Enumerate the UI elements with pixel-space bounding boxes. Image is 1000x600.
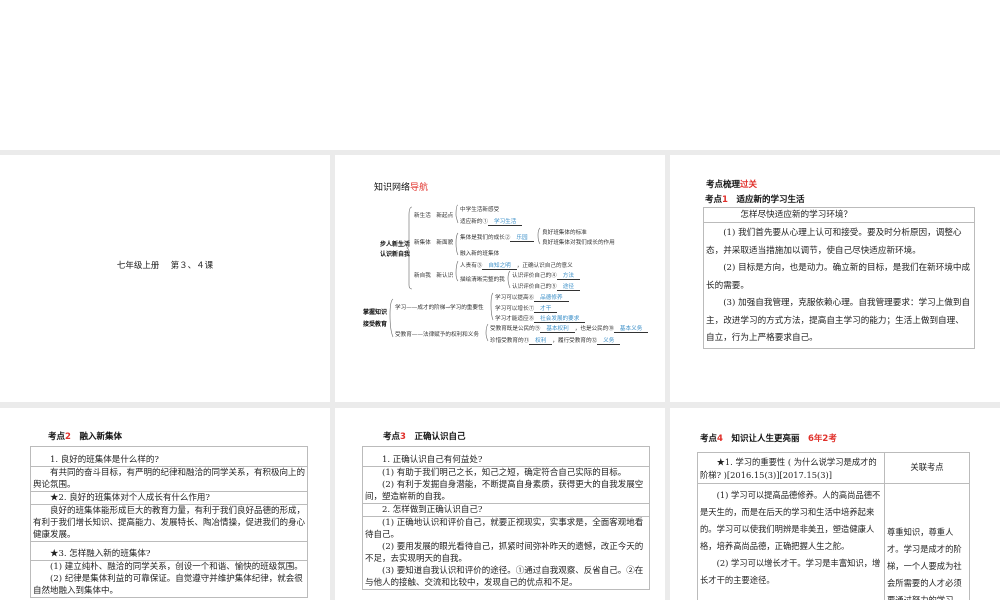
slide-title: 七年级上册 第３、４课 [116, 261, 214, 271]
content-table: 怎样尽快适应新的学习环境？ (1) 我们首先要从心理上认可和接受。要及时分析原因… [703, 207, 975, 349]
content-table: ★1. 学习的重要性 ( 为什么说学习是成才的阶梯? )[2016.15(3)]… [697, 452, 970, 600]
section-heading: 考点3 正确认识自己 [383, 432, 466, 442]
slide-thumbnail-4[interactable]: 考点2 融入新集体 1. 良好的班集体是什么样的? 有共同的奋斗目标，有严明的纪… [0, 408, 330, 600]
slide-thumbnail-1[interactable]: 七年级上册 第３、４课 [0, 155, 330, 402]
mind-map-brackets [389, 204, 541, 342]
section-heading: 考点2 融入新集体 [48, 432, 122, 442]
slide-thumbnail-2[interactable]: 知识网络导航 步人新生活 认识新自我 新生活 新起点 中学生活新感受 适应新的①… [335, 155, 665, 402]
slide-thumbnail-5[interactable]: 考点3 正确认识自己 1. 正确认识自己有何益处? (1) 有助于我们明己之长，… [335, 408, 665, 600]
section-heading: 考点1 适应新的学习生活 [705, 195, 805, 205]
content-table: 1. 正确认识自己有何益处? (1) 有助于我们明己之长，知己之短，确定符合自己… [362, 446, 650, 590]
content-table: 1. 良好的班集体是什么样的? 有共同的奋斗目标，有严明的纪律和融洽的同学关系，… [30, 446, 308, 598]
editor-blank-area [0, 0, 1000, 150]
exam-frequency-badge: 6年2考 [807, 434, 837, 444]
slide-thumbnail-6[interactable]: 考点4 知识让人生更亮丽 6年2考 ★1. 学习的重要性 ( 为什么说学习是成才… [670, 408, 1000, 600]
slide-heading: 考点梳理过关 [706, 180, 758, 190]
slide-thumbnail-3[interactable]: 考点梳理过关 考点1 适应新的学习生活 怎样尽快适应新的学习环境？ (1) 我们… [670, 155, 1000, 402]
section-heading: 考点4 知识让人生更亮丽 6年2考 [700, 434, 837, 444]
